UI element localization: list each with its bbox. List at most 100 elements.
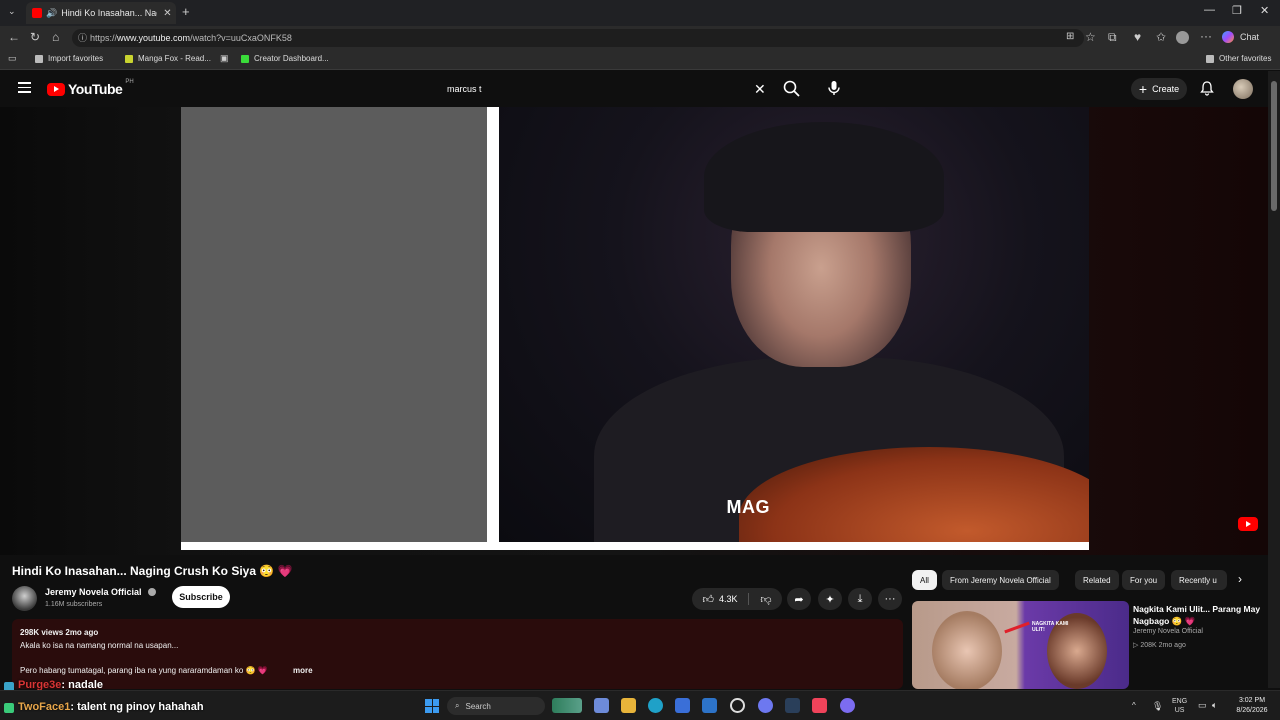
minimize-icon[interactable]: —	[1204, 4, 1215, 16]
views-and-date: 298K views 2mo ago	[20, 628, 99, 637]
thumbnail-arrow	[1004, 621, 1030, 634]
discord-icon[interactable]	[758, 698, 773, 713]
chip-from-channel[interactable]: From Jeremy Novela Official	[942, 570, 1059, 590]
audio-playing-icon[interactable]: 🔊	[46, 8, 57, 19]
account-avatar[interactable]	[1233, 79, 1253, 99]
close-tab-icon[interactable]: ✕	[163, 8, 171, 19]
bookmark-creator-dashboard[interactable]: Creator Dashboard...	[241, 54, 329, 63]
video-frame-bottom-border	[181, 542, 1089, 550]
recommended-channel[interactable]: Jeremy Novela Official	[1133, 628, 1203, 635]
channel-name[interactable]: Jeremy Novela Official	[45, 587, 142, 597]
settings-more-icon[interactable]: ···	[1200, 29, 1212, 43]
profile-icon[interactable]	[1176, 31, 1189, 44]
reading-list-icon[interactable]: ▭	[8, 53, 17, 64]
refresh-icon[interactable]: ↻	[30, 30, 40, 44]
url-prefix: https://	[90, 33, 118, 43]
youtube-favicon-icon	[32, 8, 42, 18]
widgets-icon[interactable]	[552, 698, 582, 713]
youtube-watermark-icon	[1238, 517, 1258, 531]
recommended-thumbnail[interactable]: NAGKITA KAMI ULIT!	[912, 601, 1129, 689]
language-indicator[interactable]: ENG US	[1172, 697, 1187, 715]
chip-all[interactable]: All	[912, 570, 937, 590]
like-count: 4.3K	[718, 594, 738, 604]
copilot-icon[interactable]	[1222, 31, 1234, 43]
bookmark-import-favorites[interactable]: Import favorites	[35, 54, 103, 63]
thumbnail-text: NAGKITA KAMI ULIT!	[1032, 621, 1069, 633]
watch-metadata: Hindi Ko Inasahan... Naging Crush Ko Siy…	[0, 555, 1268, 689]
browser-tab[interactable]: 🔊 Hindi Ko Inasahan... Naging C ✕	[26, 2, 176, 24]
network-icon[interactable]: ▭	[1198, 700, 1207, 711]
favorites-icon[interactable]: ✩	[1156, 30, 1166, 44]
edge-icon[interactable]	[648, 698, 663, 713]
tab-list-icon[interactable]: ⌄	[8, 6, 16, 17]
description-line: Akala ko isa na namang normal na usapan.…	[20, 641, 179, 650]
download-icon: ⤓	[857, 592, 863, 605]
share-button[interactable]: ➦	[787, 588, 811, 610]
description-more-link[interactable]: more	[293, 666, 313, 675]
store-icon[interactable]	[675, 698, 690, 713]
browser-essentials-icon[interactable]: ♥	[1134, 30, 1141, 44]
extensions-icon[interactable]: ⧉	[1108, 30, 1117, 45]
windows-start-icon[interactable]	[425, 699, 439, 713]
taskbar-clock[interactable]: 3:02 PM 8/26/2026	[1230, 696, 1274, 716]
chat-button[interactable]: Chat	[1240, 32, 1259, 42]
taskbar-search[interactable]: ⌕ Search	[447, 697, 545, 715]
maximize-icon[interactable]: ❐	[1232, 4, 1242, 17]
outlook-icon[interactable]	[702, 698, 717, 713]
chip-for-you[interactable]: For you	[1122, 570, 1166, 590]
clear-search-icon[interactable]: ✕	[754, 81, 766, 98]
youtube-header: YouTube PH marcus t ✕ + Create	[0, 71, 1268, 107]
video-caption: MAG	[726, 497, 770, 517]
microphone-icon[interactable]	[824, 78, 844, 98]
channel-avatar[interactable]	[12, 586, 37, 611]
site-info-icon[interactable]: ⓘ	[78, 31, 87, 44]
verified-badge-icon	[148, 588, 156, 596]
search-input[interactable]: marcus t	[437, 77, 777, 101]
close-window-icon[interactable]: ✕	[1260, 4, 1269, 17]
favorite-star-icon[interactable]: ☆	[1085, 30, 1096, 44]
bookmark-page-icon[interactable]: ▣	[220, 53, 229, 64]
search-icon[interactable]	[782, 79, 802, 99]
steam-icon[interactable]	[785, 698, 800, 713]
share-icon: ➦	[794, 593, 804, 606]
chip-related[interactable]: Related	[1075, 570, 1119, 590]
video-player[interactable]: MAG	[0, 107, 1268, 555]
chat-text: : talent ng pinoy hahahah	[70, 701, 204, 713]
notifications-bell-icon[interactable]	[1199, 80, 1215, 96]
page-scrollbar[interactable]	[1268, 71, 1280, 688]
tray-overflow-icon[interactable]: ^	[1132, 701, 1136, 710]
url-path: /watch?v=uuCxaONFK58	[190, 33, 292, 43]
mic-tray-icon[interactable]: 🎙︎	[1152, 701, 1163, 712]
home-icon[interactable]: ⌂	[52, 30, 59, 44]
description-box[interactable]: 298K views 2mo ago Akala ko isa na naman…	[12, 619, 903, 689]
browser-tab-bar: ⌄ 🔊 Hindi Ko Inasahan... Naging C ✕ + — …	[0, 0, 1280, 26]
youtube-logo[interactable]: YouTube PH	[47, 79, 134, 97]
discord-ptb-icon[interactable]	[840, 698, 855, 713]
sparkle-icon: ✦	[825, 593, 835, 606]
more-actions-button[interactable]: ···	[878, 588, 902, 610]
volume-icon[interactable]: 🔈︎	[1212, 700, 1217, 711]
subscribe-button[interactable]: Subscribe	[172, 586, 230, 608]
scrollbar-thumb[interactable]	[1271, 81, 1277, 211]
dislike-button[interactable]: 👎︎	[752, 588, 780, 610]
chevron-right-icon[interactable]: ›	[1238, 572, 1242, 586]
create-button[interactable]: + Create	[1131, 78, 1187, 100]
folder-icon	[35, 54, 43, 63]
chip-recently-uploaded[interactable]: Recently u	[1171, 570, 1227, 590]
manga-fox-icon	[125, 54, 133, 63]
bookmark-manga-fox[interactable]: Manga Fox - Read...	[125, 54, 211, 63]
new-tab-button[interactable]: +	[182, 4, 190, 19]
music-icon[interactable]	[812, 698, 827, 713]
split-screen-icon[interactable]: ⊞	[1066, 31, 1074, 42]
recommended-title[interactable]: Nagkita Kami Ulit... Parang May Nagbago …	[1133, 603, 1263, 627]
file-explorer-icon[interactable]	[621, 698, 636, 713]
other-favorites[interactable]: Other favorites	[1206, 54, 1271, 63]
hamburger-menu-icon[interactable]	[18, 82, 31, 93]
url-field[interactable]: https://www.youtube.com/watch?v=uuCxaONF…	[72, 29, 1084, 47]
ask-button[interactable]: ✦	[818, 588, 842, 610]
like-button[interactable]: 👍︎ 4.3K	[692, 588, 748, 610]
obs-icon[interactable]	[730, 698, 745, 713]
task-view-icon[interactable]	[594, 698, 609, 713]
download-button[interactable]: ⤓	[848, 588, 872, 610]
back-icon[interactable]: ←	[8, 30, 20, 44]
